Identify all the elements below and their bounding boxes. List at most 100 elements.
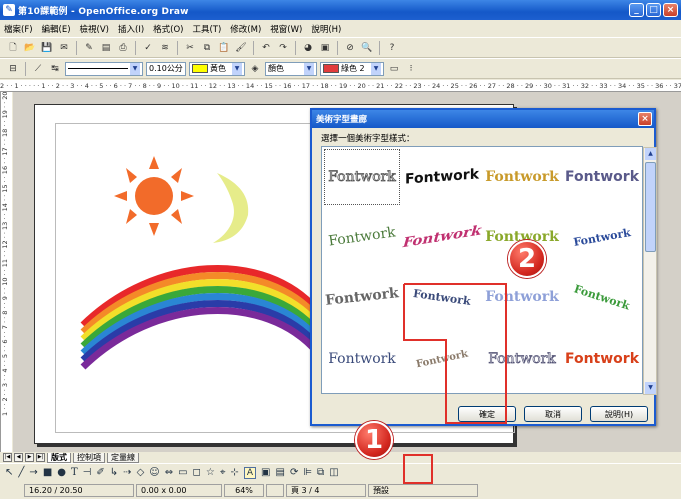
- line-width-field[interactable]: 0.10公分: [146, 61, 186, 76]
- rainbow-shape[interactable]: [80, 265, 320, 370]
- fontwork-style-4[interactable]: Fontwork: [564, 149, 640, 205]
- fontwork-style-12[interactable]: Fontwork: [557, 259, 647, 336]
- print-icon[interactable]: ⎙: [116, 41, 130, 55]
- fontwork-style-15[interactable]: Fontwork: [484, 331, 560, 387]
- scrollbar-thumb[interactable]: [645, 162, 656, 252]
- menu-modify[interactable]: 修改(M): [230, 23, 261, 35]
- arrange-icon[interactable]: ⧉: [317, 467, 324, 478]
- maximize-button[interactable]: □: [646, 3, 661, 17]
- basic-shapes-icon[interactable]: ◇: [137, 467, 145, 478]
- shadow-icon[interactable]: ▭: [387, 62, 401, 76]
- save-icon[interactable]: 💾: [40, 41, 54, 55]
- horizontal-ruler[interactable]: 2 · · 1 · · · · · 1 · · 2 · · 3 · · 4 · …: [0, 80, 681, 92]
- line-style-select[interactable]: ▼: [65, 61, 143, 76]
- help-icon[interactable]: ?: [385, 41, 399, 55]
- fontwork-style-2[interactable]: Fontwork: [404, 146, 480, 207]
- line-tool-icon[interactable]: ╱: [18, 467, 24, 478]
- chart-icon[interactable]: ◕: [301, 41, 315, 55]
- email-icon[interactable]: ✉: [57, 41, 71, 55]
- tab-dimension-lines[interactable]: 定量線: [107, 452, 139, 463]
- line-icon[interactable]: ⟋: [31, 62, 45, 76]
- glue-points-icon[interactable]: ⊹: [230, 467, 238, 478]
- menu-tools[interactable]: 工具(T): [192, 23, 221, 35]
- sun-shape[interactable]: [114, 156, 194, 236]
- cut-icon[interactable]: ✂: [183, 41, 197, 55]
- scroll-up-icon[interactable]: ▲: [645, 148, 656, 160]
- lines-arrows-icon[interactable]: ⇢: [123, 467, 131, 478]
- vertical-text-icon[interactable]: ⊣: [83, 467, 92, 478]
- fontwork-style-16[interactable]: Fontwork: [564, 331, 640, 387]
- points-icon[interactable]: ⌖: [220, 467, 226, 478]
- next-tab-icon[interactable]: ▶: [25, 453, 34, 462]
- format-paintbrush-icon[interactable]: 🖌: [234, 41, 248, 55]
- fontwork-style-1[interactable]: Fontwork: [324, 149, 400, 205]
- gallery-scrollbar[interactable]: ▲ ▼: [643, 147, 657, 395]
- redo-icon[interactable]: ↷: [276, 41, 290, 55]
- more-icon[interactable]: ⁝: [404, 62, 418, 76]
- select-pointer-icon[interactable]: ↖: [5, 467, 13, 478]
- spellcheck-icon[interactable]: ✓: [141, 41, 155, 55]
- zoom-icon[interactable]: 🔍: [360, 41, 374, 55]
- fontwork-style-14[interactable]: Fontwork: [399, 324, 485, 395]
- scroll-down-icon[interactable]: ▼: [645, 382, 656, 394]
- rotate-icon[interactable]: ⟳: [290, 467, 298, 478]
- from-file-icon[interactable]: ▣: [261, 467, 270, 478]
- menu-window[interactable]: 視窗(W): [270, 23, 302, 35]
- flowchart-icon[interactable]: ▭: [178, 467, 187, 478]
- chevron-down-icon[interactable]: ▼: [232, 62, 242, 75]
- status-zoom[interactable]: 64%: [224, 483, 264, 497]
- rectangle-icon[interactable]: ■: [43, 467, 52, 478]
- gallery-toggle-icon[interactable]: ▤: [275, 467, 284, 478]
- arrow-line-icon[interactable]: →: [29, 467, 37, 478]
- styles-icon[interactable]: ⊟: [6, 62, 20, 76]
- close-window-button[interactable]: ×: [663, 3, 678, 17]
- extrusion-icon[interactable]: ◫: [329, 467, 338, 478]
- fontwork-style-10[interactable]: Fontwork: [400, 264, 483, 330]
- area-fill-icon[interactable]: ◈: [248, 62, 262, 76]
- menu-format[interactable]: 格式(O): [153, 23, 183, 35]
- copy-icon[interactable]: ⧉: [200, 41, 214, 55]
- minimize-button[interactable]: _: [629, 3, 644, 17]
- ok-button[interactable]: 確定: [458, 406, 516, 422]
- chevron-down-icon[interactable]: ▼: [304, 62, 314, 75]
- dialog-close-icon[interactable]: ×: [638, 112, 652, 126]
- help-button[interactable]: 說明(H): [590, 406, 648, 422]
- moon-shape[interactable]: [213, 173, 249, 243]
- edit-file-icon[interactable]: ✎: [82, 41, 96, 55]
- menu-view[interactable]: 檢視(V): [80, 23, 109, 35]
- text-icon[interactable]: T: [71, 467, 78, 478]
- alignment-icon[interactable]: ⊫: [303, 467, 312, 478]
- callouts-icon[interactable]: ◻: [193, 467, 201, 478]
- menu-help[interactable]: 說明(H): [311, 23, 341, 35]
- fontwork-style-5[interactable]: Fontwork: [320, 204, 403, 270]
- autospell-icon[interactable]: ≋: [158, 41, 172, 55]
- export-pdf-icon[interactable]: ▤: [99, 41, 113, 55]
- tab-controls[interactable]: 控制項: [73, 452, 105, 463]
- connector-icon[interactable]: ↳: [110, 467, 118, 478]
- symbol-shapes-icon[interactable]: ☺: [149, 467, 159, 478]
- gallery-icon[interactable]: ▣: [318, 41, 332, 55]
- tab-layout[interactable]: 版式: [47, 452, 71, 463]
- open-folder-icon[interactable]: 📂: [23, 41, 37, 55]
- stars-icon[interactable]: ☆: [206, 467, 215, 478]
- navigator-icon[interactable]: ⊘: [343, 41, 357, 55]
- cancel-button[interactable]: 取消: [524, 406, 582, 422]
- prev-tab-icon[interactable]: ◀: [14, 453, 23, 462]
- chevron-down-icon[interactable]: ▼: [371, 62, 381, 75]
- fontwork-style-13[interactable]: Fontwork: [324, 331, 400, 387]
- new-document-icon[interactable]: 🗋: [6, 41, 20, 55]
- block-arrows-icon[interactable]: ⇔: [165, 467, 173, 478]
- fontwork-style-6[interactable]: Fontwork: [394, 203, 491, 271]
- fontwork-gallery-icon[interactable]: A: [243, 466, 257, 479]
- fontwork-style-8[interactable]: Fontwork: [560, 203, 645, 271]
- ellipse-icon[interactable]: ●: [57, 467, 66, 478]
- menu-file[interactable]: 檔案(F): [4, 23, 33, 35]
- fontwork-style-9[interactable]: Fontwork: [321, 265, 402, 329]
- area-color-select[interactable]: 綠色 2 ▼: [320, 61, 384, 76]
- first-tab-icon[interactable]: |◀: [3, 453, 12, 462]
- line-color-select[interactable]: 黃色 ▼: [189, 61, 245, 76]
- last-tab-icon[interactable]: ▶|: [36, 453, 45, 462]
- menu-insert[interactable]: 插入(I): [118, 23, 144, 35]
- vertical-ruler[interactable]: 1 · · 2 · · 3 · · 4 · · 5 · · 6 · · 7 · …: [0, 92, 12, 452]
- curve-icon[interactable]: ✐: [96, 467, 104, 478]
